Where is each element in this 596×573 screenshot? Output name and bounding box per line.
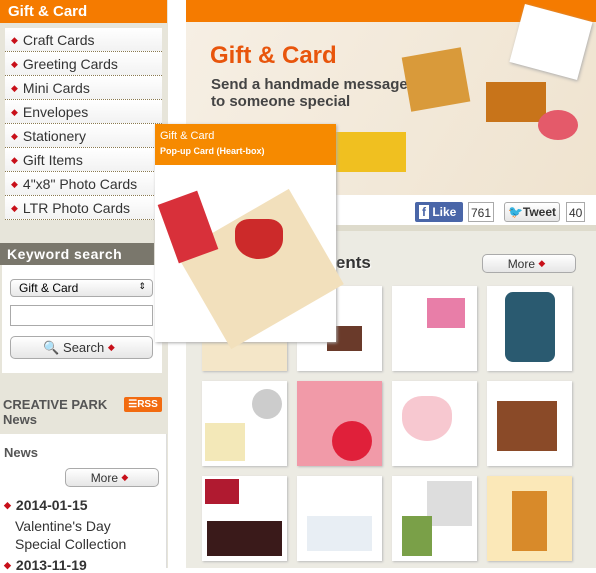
- thumbnail[interactable]: [392, 286, 477, 371]
- category-menu: ◆ Craft Cards ◆ Greeting Cards ◆ Mini Cards…: [5, 28, 162, 220]
- gift-box-image: [486, 82, 546, 122]
- banner-title: Gift & Card: [210, 42, 337, 69]
- thumbnail[interactable]: [487, 286, 572, 371]
- thumbnail[interactable]: [392, 381, 477, 466]
- popup-header: Gift & Card Pop-up Card (Heart-box): [155, 124, 336, 165]
- rss-icon: ☰: [128, 399, 138, 410]
- contents-more-button[interactable]: More ◆: [482, 254, 576, 273]
- search-button[interactable]: 🔍 Search ◆: [10, 336, 153, 359]
- facebook-icon: f: [419, 205, 429, 219]
- menu-item[interactable]: ◆ LTR Photo Cards: [5, 196, 162, 220]
- keyword-search-title: Keyword search: [0, 243, 154, 265]
- popup-title: Gift & Card: [160, 130, 215, 142]
- gift-box-image: [401, 47, 471, 112]
- heart-box-image: [235, 219, 283, 259]
- menu-item[interactable]: ◆ Mini Cards: [5, 76, 162, 100]
- menu-item[interactable]: ◆ 4"x8" Photo Cards: [5, 172, 162, 196]
- menu-item[interactable]: ◆ Gift Items: [5, 148, 162, 172]
- popup-subtitle: Pop-up Card (Heart-box): [160, 146, 265, 156]
- thumbnail[interactable]: [202, 381, 287, 466]
- menu-item[interactable]: ◆ Greeting Cards: [5, 52, 162, 76]
- news-more-button[interactable]: More ◆: [65, 468, 159, 487]
- thumbnail[interactable]: [487, 476, 572, 561]
- thumbnail[interactable]: [392, 476, 477, 561]
- search-input[interactable]: [10, 305, 153, 326]
- news-date: 2013-11-19: [15, 557, 87, 573]
- sidebar-title: Gift & Card: [0, 0, 167, 23]
- menu-item[interactable]: ◆ Envelopes: [5, 100, 162, 124]
- category-select[interactable]: Gift & Card ⇕: [10, 279, 153, 297]
- thumbnail[interactable]: [297, 381, 382, 466]
- tweet-count: 40: [566, 202, 585, 222]
- news-link[interactable]: Valentine's Day Special Collection: [15, 517, 135, 553]
- like-count: 761: [468, 202, 494, 222]
- menu-item[interactable]: ◆ Stationery: [5, 124, 162, 148]
- round-box-image: [538, 110, 578, 140]
- twitter-icon: 🐦: [507, 205, 523, 219]
- card-boxes-image: [336, 132, 406, 172]
- magnifier-icon: 🔍: [43, 340, 60, 355]
- thumbnail[interactable]: [297, 476, 382, 561]
- thumbnail[interactable]: [202, 476, 287, 561]
- facebook-like-button[interactable]: f Like: [415, 202, 463, 222]
- news-label: News: [4, 445, 38, 460]
- news-date: 2014-01-15: [15, 497, 88, 513]
- hover-popup[interactable]: Gift & Card Pop-up Card (Heart-box): [155, 124, 344, 350]
- rss-button[interactable]: ☰RSS: [124, 397, 162, 412]
- thumbnail[interactable]: [487, 381, 572, 466]
- tweet-button[interactable]: 🐦Tweet: [504, 202, 560, 222]
- menu-item[interactable]: ◆ Craft Cards: [5, 28, 162, 52]
